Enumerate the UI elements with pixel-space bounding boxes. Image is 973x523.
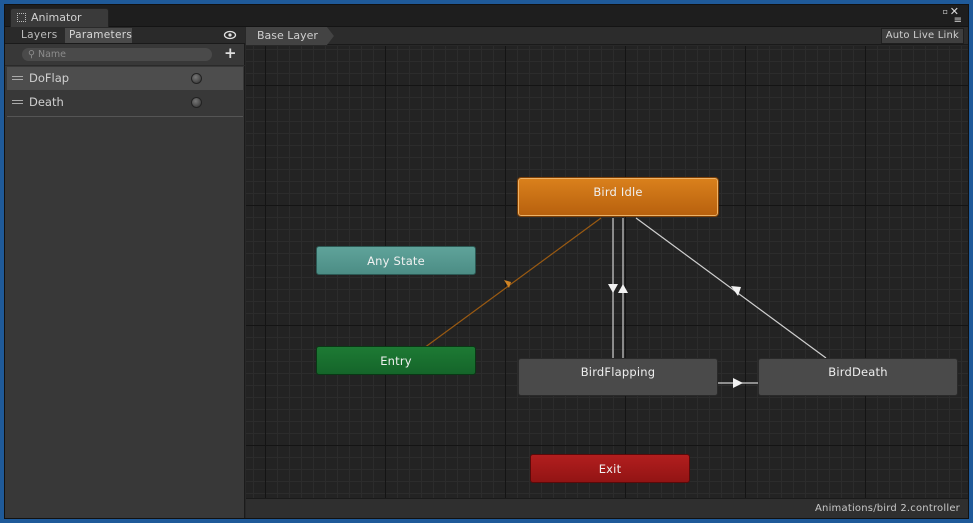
breadcrumb: Base Layer Auto Live Link [246, 27, 968, 45]
window-controls: ▫ ✕ ≡ [932, 5, 962, 26]
animator-tab-label: Animator [31, 11, 82, 24]
search-input[interactable]: ⚲ Name [22, 48, 212, 61]
transition-entry-to-idle[interactable] [423, 217, 602, 349]
state-bird-flapping[interactable]: BirdFlapping [518, 358, 718, 396]
maximize-icon[interactable]: ▫ [943, 7, 948, 16]
tab-parameters[interactable]: Parameters [65, 28, 132, 43]
arrow-head-icon [733, 378, 743, 388]
graph-canvas[interactable]: Bird Idle Any State Entry BirdFlapping B… [246, 46, 968, 498]
drag-handle-icon[interactable] [12, 76, 23, 80]
add-parameter-button[interactable]: + [224, 44, 237, 62]
state-any-state[interactable]: Any State [316, 246, 476, 275]
drag-handle-icon[interactable] [12, 100, 23, 104]
state-exit[interactable]: Exit [530, 454, 690, 483]
parameters-panel: Layers Parameters ⚲ Name + DoFlap Death [5, 27, 245, 518]
state-bird-idle[interactable]: Bird Idle [518, 178, 718, 216]
animator-icon [17, 13, 26, 22]
eye-icon[interactable] [223, 28, 237, 42]
divider [5, 65, 245, 66]
auto-live-link-button[interactable]: Auto Live Link [880, 28, 964, 44]
parameter-row-death[interactable]: Death [7, 91, 243, 114]
animator-window: Animator ▫ ✕ ≡ Layers Parameters ⚲ Name … [4, 4, 969, 519]
search-icon: ⚲ [28, 49, 35, 60]
window-menu-icon[interactable]: ≡ [954, 15, 962, 26]
parameter-name: DoFlap [29, 71, 70, 85]
arrow-head-icon [608, 284, 618, 293]
trigger-toggle[interactable] [191, 73, 202, 84]
transition-idle-to-death[interactable] [635, 217, 827, 359]
parameter-name: Death [29, 95, 64, 109]
tab-layers[interactable]: Layers [17, 28, 62, 43]
search-placeholder: Name [38, 49, 67, 60]
parameter-row-doflap[interactable]: DoFlap [7, 67, 243, 90]
divider [7, 116, 243, 117]
animator-tab[interactable]: Animator [10, 8, 109, 27]
controller-path: Animations/bird 2.controller [815, 503, 960, 514]
trigger-toggle[interactable] [191, 97, 202, 108]
arrow-head-icon [618, 284, 628, 293]
breadcrumb-base-layer[interactable]: Base Layer [246, 27, 334, 45]
status-bar: Animations/bird 2.controller [246, 498, 968, 518]
state-machine-graph: Base Layer Auto Live Link Bird Idle Any … [246, 27, 968, 518]
window-tab-strip: Animator ▫ ✕ ≡ [5, 5, 968, 27]
state-entry[interactable]: Entry [316, 346, 476, 375]
state-bird-death[interactable]: BirdDeath [758, 358, 958, 396]
panel-tabs: Layers Parameters [5, 27, 245, 44]
